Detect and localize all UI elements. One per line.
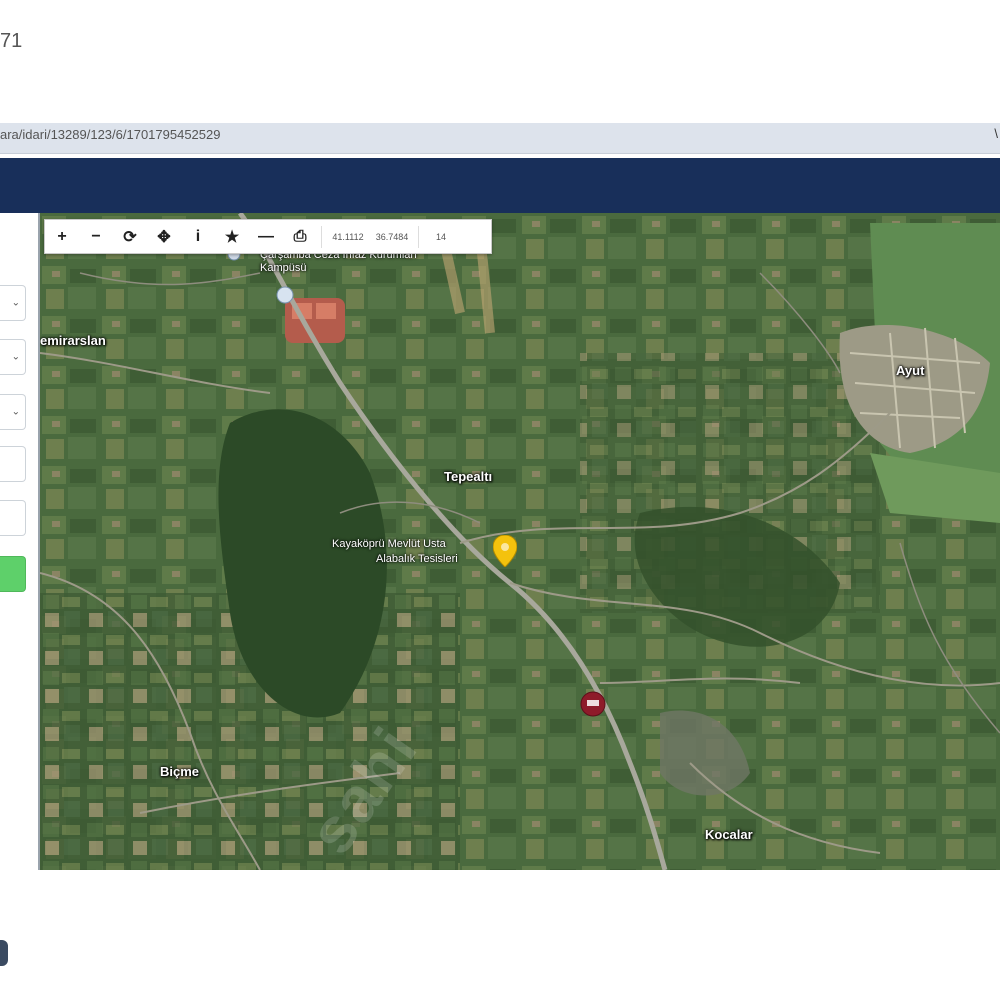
place-label-kocalar: Kocalar [705,827,753,842]
place-label-ayut: Ayut [896,363,925,378]
address-bar-arrow: \ [994,126,998,141]
parcel-input[interactable] [0,500,26,536]
dropdown-province[interactable]: ⌄ [0,285,26,321]
app-header [0,158,1000,213]
print-icon[interactable]: ⎙ [283,220,317,253]
map-toolbar: + − ⟳ ✥ i ★ — ⎙ 41.1112 36.7484 14 [44,219,492,254]
info-icon[interactable]: i [181,220,215,253]
place-label-kayakopru: Kayaköprü Mevlüt Usta [332,538,446,550]
satellite-map[interactable]: Çarşamba Ceza İnfaz Kurumları Kampüsü em… [40,213,1000,870]
bottom-logo [0,940,8,966]
zoom-level-readout: 14 [435,231,446,242]
toolbar-separator [321,225,322,248]
place-label-kayakopru-2: Alabalık Tesisleri [376,553,458,565]
chevron-down-icon: ⌄ [11,406,20,418]
dropdown-neighborhood[interactable]: ⌄ [0,394,26,430]
pan-icon[interactable]: ✥ [147,220,181,253]
poi-marker-top-icon[interactable] [276,286,294,304]
place-label-tepealti: Tepealtı [444,469,493,484]
location-pin-icon[interactable] [493,535,517,567]
favorite-icon[interactable]: ★ [215,220,249,253]
latitude-readout: 41.1112 [332,231,364,242]
measure-icon[interactable]: — [249,220,283,253]
page-number-fragment: 71 [0,30,23,52]
chevron-down-icon: ⌄ [11,297,20,309]
url-text: ara/idari/13289/123/6/1701795452529 [0,127,221,142]
zoom-out-icon[interactable]: − [79,220,113,253]
poi-marker-icon[interactable] [580,691,606,717]
zoom-in-icon[interactable]: + [45,220,79,253]
place-label-bicme: Biçme [160,764,200,779]
place-label-demirarslan: emirarslan [40,333,106,348]
block-input[interactable] [0,446,26,482]
refresh-icon[interactable]: ⟳ [113,220,147,253]
chevron-down-icon: ⌄ [11,351,20,363]
address-bar[interactable]: ara/idari/13289/123/6/1701795452529 \ [0,123,1000,154]
toolbar-separator [418,225,419,248]
dropdown-district[interactable]: ⌄ [0,339,26,375]
left-panel: ⌄ ⌄ ⌄ [0,213,40,870]
longitude-readout: 36.7484 [375,231,409,242]
query-button[interactable] [0,556,26,592]
